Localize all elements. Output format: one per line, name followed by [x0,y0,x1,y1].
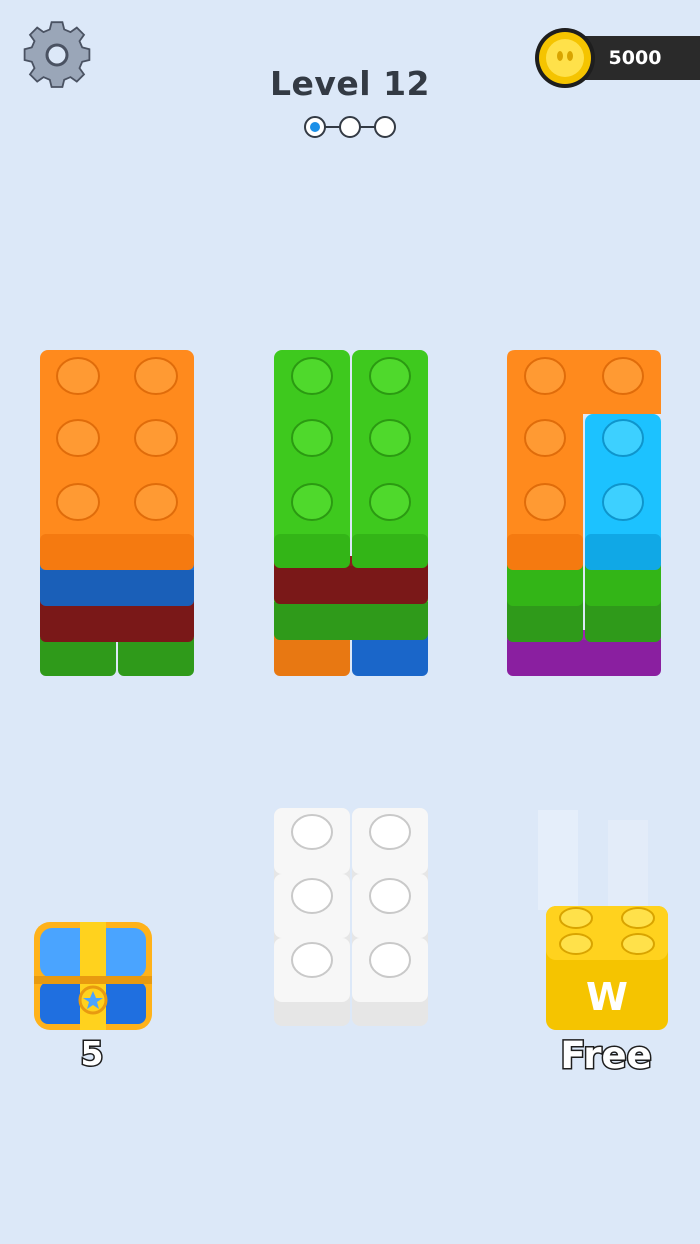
booster-free-label: Free [559,1033,653,1079]
booster-letter: W [586,975,628,1019]
brick-stack-left[interactable] [38,348,196,680]
stage-dot-2 [339,116,361,138]
white-brick-piece[interactable] [272,806,430,1028]
treasure-chest-icon[interactable] [30,916,156,1034]
free-booster-button[interactable]: W [538,810,678,1038]
chest-count: 5 [79,1033,105,1075]
brick-stack-middle[interactable] [272,348,430,680]
brick-stack-right[interactable] [505,348,663,680]
stage-progress-indicator [304,116,396,138]
level-title: Level 12 [269,64,431,103]
stage-dot-3 [374,116,396,138]
